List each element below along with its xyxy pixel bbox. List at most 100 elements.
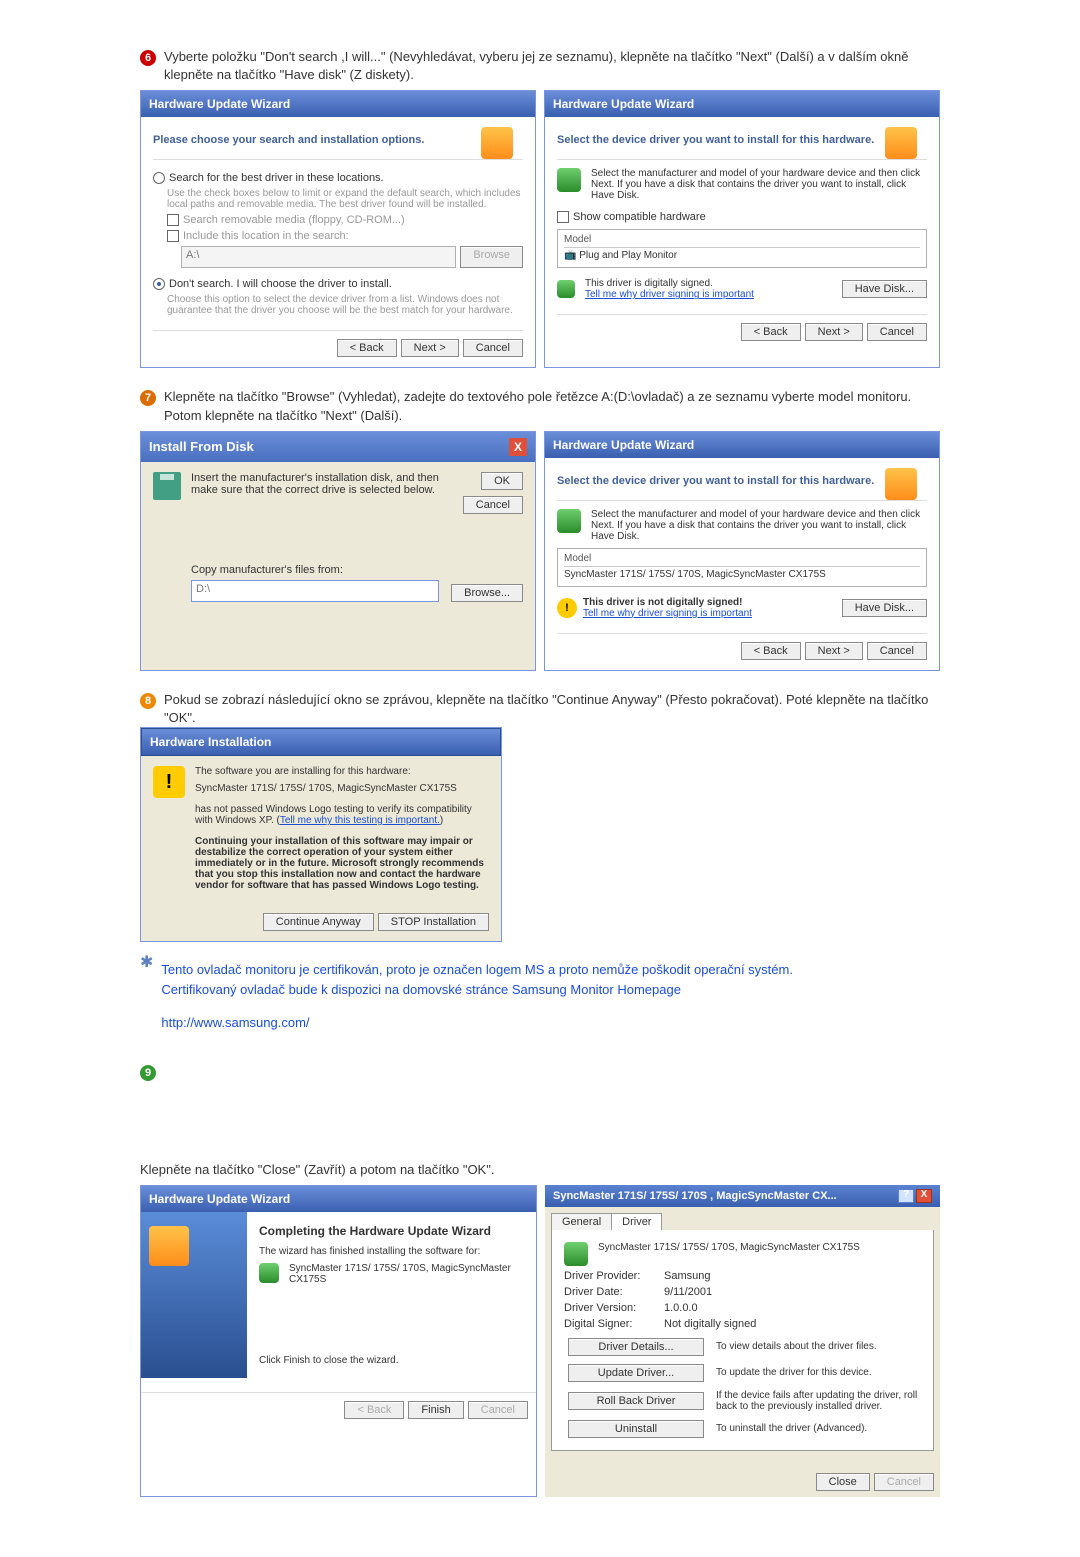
finished-msg: The wizard has finished installing the s… (259, 1246, 524, 1257)
browse-button[interactable]: Browse... (451, 584, 523, 602)
copy-path-input[interactable]: D:\ (191, 580, 439, 602)
chk-location (167, 230, 179, 242)
radio-search[interactable] (153, 172, 165, 184)
chk-compatible[interactable] (557, 211, 569, 223)
wiz-heading: Please choose your search and installati… (153, 134, 481, 146)
tellme-link[interactable]: Tell me why driver signing is important (583, 608, 752, 619)
wiz-heading: Select the device driver you want to ins… (557, 475, 885, 487)
dlg-title: Hardware Installation (141, 728, 501, 756)
signed-text: This driver is digitally signed. (585, 278, 713, 289)
signed-icon (557, 280, 575, 298)
lab-version: Driver Version: (564, 1302, 664, 1314)
d1: To view details about the driver files. (716, 1341, 921, 1352)
ok-button[interactable]: OK (481, 472, 523, 490)
tab-driver[interactable]: Driver (611, 1213, 662, 1230)
browse-button: Browse (460, 246, 523, 268)
cancel-button[interactable]: Cancel (463, 339, 523, 357)
wizard-step9-left: Hardware Update Wizard Completing the Ha… (140, 1185, 537, 1497)
opt1-note: Use the check boxes below to limit or ex… (167, 188, 523, 210)
step-num-8: 8 (140, 693, 156, 709)
model-head: Model (564, 234, 920, 248)
wizard-step6-left: Hardware Update Wizard Please choose you… (140, 90, 536, 368)
warn-icon (153, 766, 185, 798)
next-button[interactable]: Next > (401, 339, 459, 357)
cancel-button[interactable]: Cancel (867, 642, 927, 660)
continue-anyway-button[interactable]: Continue Anyway (263, 913, 374, 931)
help-icon[interactable]: ? (898, 1189, 914, 1203)
props-dialog: SyncMaster 171S/ 175S/ 170S , MagicSyncM… (545, 1185, 940, 1497)
driver-note: Select the manufacturer and model of you… (591, 509, 927, 542)
click-finish-msg: Click Finish to close the wizard. (259, 1355, 524, 1366)
radio-dont-search[interactable] (153, 278, 165, 290)
rollback-button[interactable]: Roll Back Driver (568, 1392, 704, 1410)
finish-button[interactable]: Finish (408, 1401, 463, 1419)
dlg-title: Install From Disk (149, 439, 254, 454)
monitor-icon (564, 1242, 588, 1266)
chk-removable (167, 214, 179, 226)
model-head: Model (564, 553, 920, 567)
step7-text: Klepněte na tlačítko "Browse" (Vyhledat)… (164, 388, 940, 424)
val-version: 1.0.0.0 (664, 1302, 698, 1314)
l4: Continuing your installation of this sof… (195, 836, 489, 891)
step6-text: Vyberte položku "Don't search ,I will...… (164, 48, 940, 84)
l3-link[interactable]: Tell me why this testing is important. (280, 815, 440, 826)
notsigned-text: This driver is not digitally signed! (583, 597, 742, 608)
cancel-button: Cancel (874, 1473, 934, 1491)
val-date: 9/11/2001 (664, 1286, 712, 1298)
cancel-button[interactable]: Cancel (867, 323, 927, 341)
cert1: Tento ovladač monitoru je certifikován, … (161, 960, 793, 980)
l1: The software you are installing for this… (195, 766, 489, 777)
install-msg: Insert the manufacturer's installation d… (191, 472, 439, 496)
close-icon[interactable]: X (916, 1189, 932, 1203)
chk-compatible-label: Show compatible hardware (573, 211, 706, 223)
back-button[interactable]: < Back (337, 339, 397, 357)
samsung-url[interactable]: http://www.samsung.com/ (161, 1015, 309, 1030)
asterisk-icon: ✱ (140, 952, 153, 1033)
model-item[interactable]: SyncMaster 171S/ 175S/ 170S, MagicSyncMa… (564, 567, 920, 582)
chk-location-label: Include this location in the search: (183, 230, 349, 242)
d2: To update the driver for this device. (716, 1367, 921, 1378)
device-icon (885, 127, 917, 159)
wiz-title: Hardware Update Wizard (141, 1186, 536, 1212)
tab-general[interactable]: General (551, 1213, 612, 1230)
update-driver-button[interactable]: Update Driver... (568, 1364, 704, 1382)
next-button[interactable]: Next > (805, 642, 863, 660)
model-text: SyncMaster 171S/ 175S/ 170S, MagicSyncMa… (598, 1242, 860, 1266)
stop-install-button[interactable]: STOP Installation (378, 913, 489, 931)
cancel-button[interactable]: Cancel (463, 496, 523, 514)
opt-dont-label: Don't search. I will choose the driver t… (169, 278, 392, 290)
chip-icon (259, 1263, 279, 1283)
path-input: A:\ (181, 246, 456, 268)
have-disk-button[interactable]: Have Disk... (842, 599, 927, 617)
l2: SyncMaster 171S/ 175S/ 170S, MagicSyncMa… (195, 783, 489, 794)
step-num-9: 9 (140, 1065, 156, 1081)
opt-search-label: Search for the best driver in these loca… (169, 172, 384, 184)
floppy-icon (153, 472, 181, 500)
have-disk-button[interactable]: Have Disk... (842, 280, 927, 298)
d4: To uninstall the driver (Advanced). (716, 1423, 921, 1434)
l3b: ) (440, 815, 443, 826)
tellme-link[interactable]: Tell me why driver signing is important (585, 289, 754, 300)
close-icon[interactable]: X (509, 438, 527, 456)
copy-label: Copy manufacturer's files from: (191, 564, 439, 576)
device-large-icon (149, 1226, 189, 1266)
device-icon (481, 127, 513, 159)
back-button[interactable]: < Back (741, 642, 801, 660)
next-button[interactable]: Next > (805, 323, 863, 341)
step8-text: Pokud se zobrazí následující okno se zpr… (164, 691, 940, 727)
val-provider: Samsung (664, 1270, 710, 1282)
model-item: 📺 Plug and Play Monitor (564, 248, 920, 263)
device-icon (885, 468, 917, 500)
chip-icon (557, 168, 581, 192)
d3: If the device fails after updating the d… (716, 1390, 921, 1412)
wizard-step7-right: Hardware Update Wizard Select the device… (544, 431, 940, 671)
back-button[interactable]: < Back (741, 323, 801, 341)
wiz-title: Hardware Update Wizard (545, 91, 939, 117)
uninstall-button[interactable]: Uninstall (568, 1420, 704, 1438)
warn-icon: ! (557, 598, 577, 618)
model-text: SyncMaster 171S/ 175S/ 170S, MagicSyncMa… (289, 1263, 524, 1285)
driver-details-button[interactable]: Driver Details... (568, 1338, 704, 1356)
close-button[interactable]: Close (816, 1473, 870, 1491)
step-num-6: 6 (140, 50, 156, 66)
install-from-disk: Install From Disk X Insert the manufactur… (140, 431, 536, 671)
